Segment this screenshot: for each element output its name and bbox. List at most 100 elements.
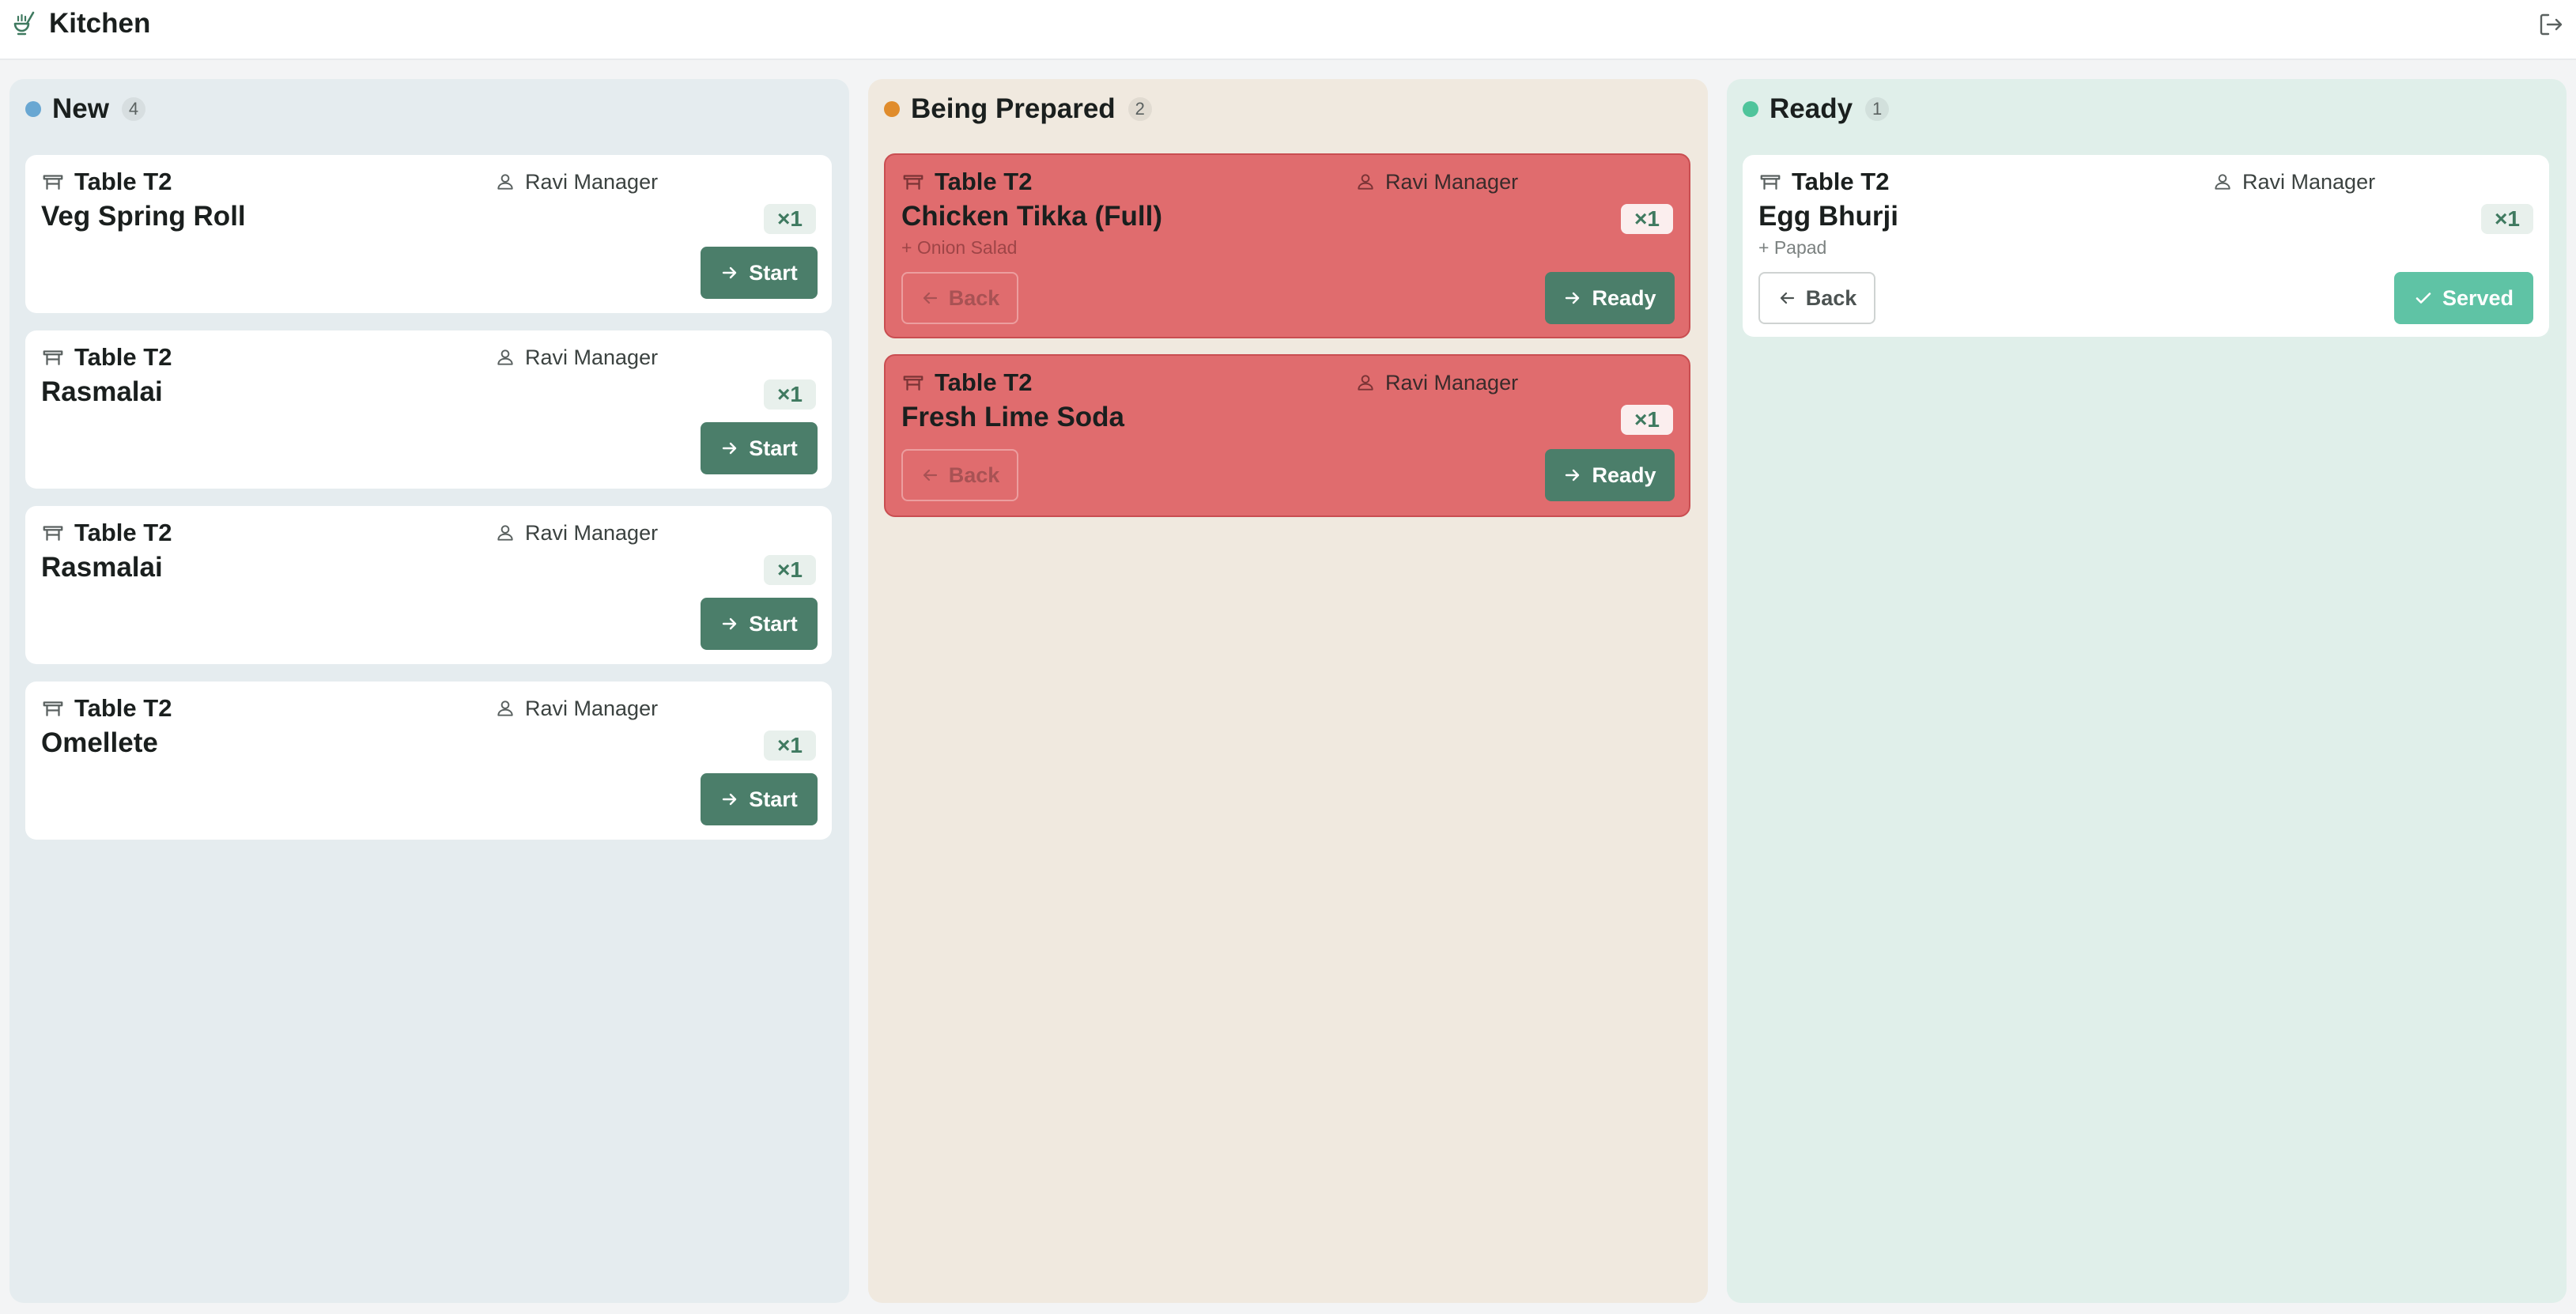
served-button[interactable]: Served	[2394, 272, 2533, 324]
waiter-info: Ravi Manager	[495, 168, 658, 196]
table-icon	[41, 521, 65, 545]
arrow-left-icon	[920, 466, 939, 485]
table-info: Table T2	[901, 168, 1032, 196]
table-info: Table T2	[901, 368, 1032, 397]
order-card: Table T2 Ravi Manager Rasmalai ×1 Start	[25, 330, 832, 489]
page-title: Kitchen	[49, 8, 151, 39]
item-name: Rasmalai	[41, 552, 163, 583]
quantity-badge: ×1	[764, 379, 816, 410]
column-title: Ready	[1770, 93, 1853, 124]
item-name: Omellete	[41, 727, 158, 758]
table-icon	[41, 697, 65, 720]
waiter-name: Ravi Manager	[525, 520, 659, 545]
status-dot-new	[25, 101, 41, 117]
waiter-name: Ravi Manager	[525, 169, 659, 194]
item-name: Chicken Tikka (Full)	[901, 201, 1162, 232]
waiter-info: Ravi Manager	[495, 519, 658, 547]
order-card-urgent: Table T2 Ravi Manager Chicken Tikka (Ful…	[884, 153, 1690, 338]
item-addon: + Papad	[1758, 237, 1827, 258]
waiter-name: Ravi Manager	[525, 345, 659, 369]
user-icon	[495, 698, 516, 719]
item-name: Egg Bhurji	[1758, 201, 1898, 232]
waiter-info: Ravi Manager	[495, 343, 658, 372]
back-button[interactable]: Back	[1758, 272, 1875, 324]
table-label: Table T2	[1792, 168, 1890, 195]
status-dot-prep	[884, 101, 900, 117]
table-info: Table T2	[1758, 168, 1889, 196]
user-icon	[1355, 372, 1376, 393]
order-card-urgent: Table T2 Ravi Manager Fresh Lime Soda ×1…	[884, 354, 1690, 517]
start-button-label: Start	[749, 787, 798, 811]
waiter-info: Ravi Manager	[1355, 368, 1518, 397]
table-icon	[41, 170, 65, 194]
start-button-label: Start	[749, 611, 798, 636]
start-button[interactable]: Start	[701, 598, 818, 650]
waiter-name: Ravi Manager	[1385, 370, 1519, 395]
waiter-info: Ravi Manager	[2212, 168, 2375, 196]
table-icon	[901, 371, 925, 395]
column-header: Ready 1	[1743, 93, 1890, 125]
table-label: Table T2	[74, 343, 172, 371]
start-button[interactable]: Start	[701, 773, 818, 825]
status-dot-ready	[1743, 101, 1758, 117]
column-header: New 4	[25, 93, 145, 125]
arrow-left-icon	[1777, 289, 1796, 308]
quantity-badge: ×1	[2481, 204, 2533, 234]
waiter-name: Ravi Manager	[2242, 169, 2376, 194]
item-name: Fresh Lime Soda	[901, 402, 1125, 432]
order-card: Table T2 Ravi Manager Rasmalai ×1 Start	[25, 506, 832, 664]
table-label: Table T2	[935, 168, 1033, 195]
arrow-right-icon	[1563, 289, 1582, 308]
table-icon	[41, 345, 65, 369]
column-being-prepared: Being Prepared 2 Table T2 Ravi Manager C…	[868, 79, 1708, 1303]
logout-icon[interactable]	[2536, 10, 2565, 39]
quantity-badge: ×1	[1621, 204, 1673, 234]
column-count-badge: 2	[1127, 97, 1152, 121]
app-header: Kitchen	[0, 0, 2576, 60]
ready-button[interactable]: Ready	[1545, 449, 1675, 501]
check-icon	[2414, 289, 2433, 308]
table-icon	[901, 170, 925, 194]
column-new: New 4 Table T2 Ravi Manager Veg Spring R…	[9, 79, 849, 1303]
start-button-label: Start	[749, 260, 798, 285]
table-icon	[1758, 170, 1782, 194]
start-button[interactable]: Start	[701, 247, 818, 299]
start-button-label: Start	[749, 436, 798, 460]
back-button[interactable]: Back	[901, 449, 1018, 501]
user-icon	[1355, 172, 1376, 192]
column-count-badge: 1	[1865, 97, 1890, 121]
ready-button[interactable]: Ready	[1545, 272, 1675, 324]
table-info: Table T2	[41, 694, 172, 723]
waiter-name: Ravi Manager	[525, 696, 659, 720]
ready-button-label: Ready	[1592, 285, 1656, 310]
order-card: Table T2 Ravi Manager Omellete ×1 Start	[25, 682, 832, 840]
arrow-left-icon	[920, 289, 939, 308]
arrow-right-icon	[720, 263, 739, 282]
table-label: Table T2	[74, 519, 172, 546]
arrow-right-icon	[720, 790, 739, 809]
ready-button-label: Ready	[1592, 463, 1656, 487]
item-addon: + Onion Salad	[901, 237, 1018, 258]
column-title: Being Prepared	[911, 93, 1116, 124]
table-label: Table T2	[935, 368, 1033, 396]
start-button[interactable]: Start	[701, 422, 818, 474]
item-name: Rasmalai	[41, 376, 163, 407]
table-info: Table T2	[41, 343, 172, 372]
arrow-right-icon	[1563, 466, 1582, 485]
column-header: Being Prepared 2	[884, 93, 1152, 125]
served-button-label: Served	[2442, 285, 2514, 310]
arrow-right-icon	[720, 614, 739, 633]
waiter-name: Ravi Manager	[1385, 169, 1519, 194]
chef-ladle-icon	[13, 11, 35, 36]
user-icon	[495, 347, 516, 368]
arrow-right-icon	[720, 439, 739, 458]
column-title: New	[52, 93, 109, 124]
order-card: Table T2 Ravi Manager Veg Spring Roll ×1…	[25, 155, 832, 313]
back-button[interactable]: Back	[901, 272, 1018, 324]
user-icon	[495, 523, 516, 543]
table-label: Table T2	[74, 168, 172, 195]
waiter-info: Ravi Manager	[495, 694, 658, 723]
quantity-badge: ×1	[764, 204, 816, 234]
item-name: Veg Spring Roll	[41, 201, 246, 232]
user-icon	[2212, 172, 2233, 192]
